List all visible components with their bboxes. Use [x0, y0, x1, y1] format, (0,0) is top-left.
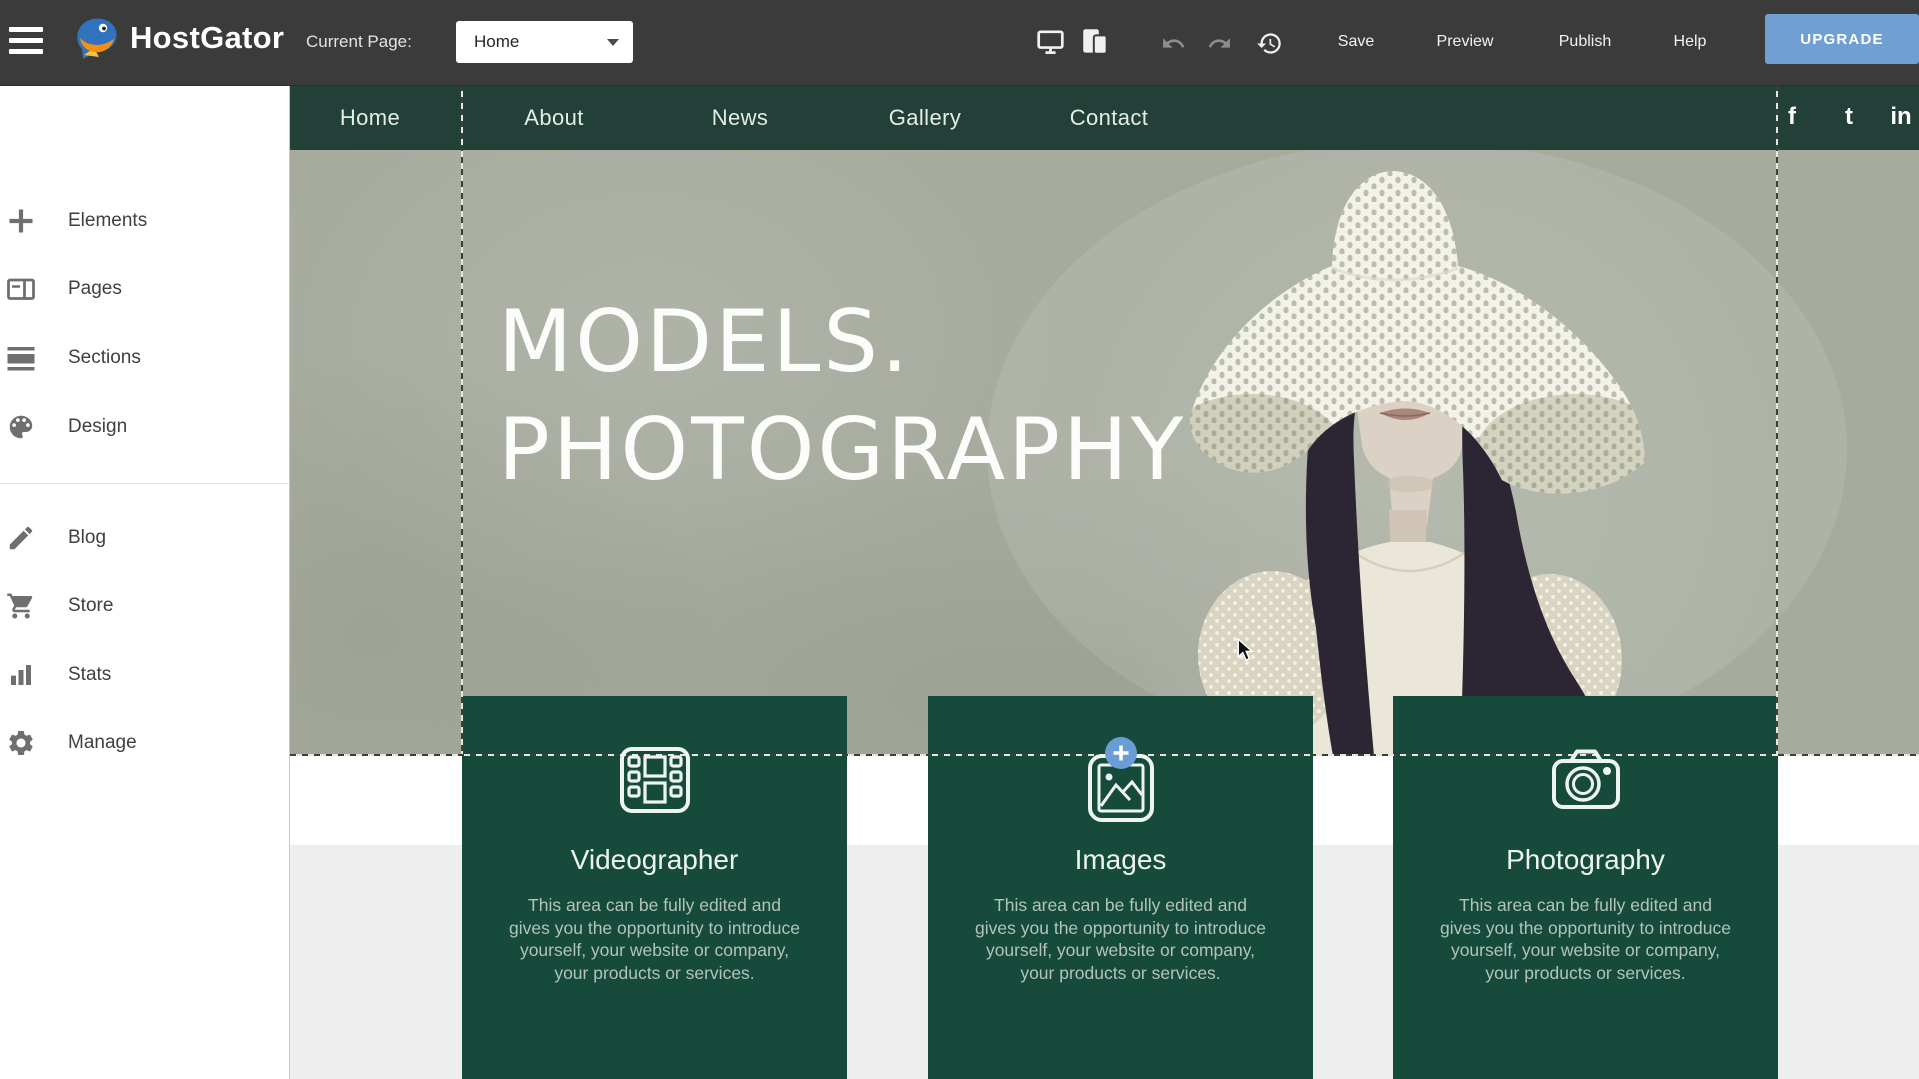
hero-title[interactable]: MODELS. PHOTOGRAPHY: [498, 288, 1186, 504]
section-selection-border-left: [461, 85, 463, 756]
linkedin-icon[interactable]: in: [1890, 85, 1911, 148]
card-icon-wrap: [928, 740, 1313, 836]
redo-icon[interactable]: [1207, 31, 1232, 56]
sidebar-item-label: Blog: [68, 518, 106, 558]
upgrade-button[interactable]: UPGRADE: [1765, 14, 1919, 64]
hero-section[interactable]: MODELS. PHOTOGRAPHY: [290, 150, 1919, 756]
sidebar-divider: [0, 483, 289, 484]
camera-icon: [1551, 748, 1621, 812]
save-button[interactable]: Save: [1338, 33, 1374, 51]
mobile-preview-icon[interactable]: [1081, 28, 1110, 55]
bar-chart-icon: [6, 660, 36, 690]
section-selection-border-right: [1776, 85, 1778, 756]
card-title: Images: [928, 844, 1313, 876]
site-canvas: Home About News Gallery Contact f t in: [289, 85, 1919, 1079]
cart-icon: [6, 591, 36, 621]
hostgator-mascot-icon: [72, 15, 122, 61]
site-nav-news[interactable]: News: [712, 85, 769, 150]
sidebar-item-store[interactable]: Store: [0, 586, 289, 626]
page-select-dropdown[interactable]: Home: [456, 21, 633, 63]
card-body: This area can be fully edited and gives …: [1438, 894, 1733, 984]
dropdown-caret-icon: [607, 39, 619, 46]
sidebar-item-label: Elements: [68, 201, 147, 241]
site-nav-home[interactable]: Home: [340, 85, 400, 150]
page-select-value: Home: [474, 32, 519, 52]
hamburger-menu-icon[interactable]: [9, 27, 45, 56]
desktop-preview-icon[interactable]: [1037, 30, 1064, 55]
help-button[interactable]: Help: [1674, 33, 1707, 51]
card-title: Photography: [1393, 844, 1778, 876]
facebook-icon[interactable]: f: [1788, 85, 1796, 148]
sidebar-item-label: Sections: [68, 338, 141, 378]
undo-icon[interactable]: [1161, 31, 1186, 56]
card-body: This area can be fully edited and gives …: [507, 894, 802, 984]
site-navbar: Home About News Gallery Contact f t in: [290, 85, 1919, 150]
sections-icon: [6, 343, 36, 373]
publish-button[interactable]: Publish: [1559, 33, 1611, 51]
gear-icon: [6, 728, 36, 758]
card-photography[interactable]: Photography This area can be fully edite…: [1393, 696, 1778, 1079]
hero-title-line2: PHOTOGRAPHY: [498, 396, 1186, 504]
sidebar-item-label: Stats: [68, 655, 111, 695]
add-image-badge: [1105, 737, 1137, 769]
sidebar-item-elements[interactable]: Elements: [0, 201, 289, 241]
hostgator-logo[interactable]: HostGator: [72, 15, 284, 61]
image-icon: [1085, 736, 1157, 828]
card-icon-wrap: [462, 740, 847, 836]
brand-name: HostGator: [130, 20, 284, 56]
sidebar-item-label: Pages: [68, 269, 122, 309]
editor-toolbar: HostGator Current Page: Home Save Previe…: [0, 0, 1919, 86]
hero-title-line1: MODELS.: [498, 288, 1186, 396]
sidebar-item-label: Manage: [68, 723, 137, 763]
twitter-icon[interactable]: t: [1845, 85, 1853, 148]
sidebar-item-label: Design: [68, 407, 127, 447]
sidebar-item-sections[interactable]: Sections: [0, 338, 289, 378]
site-nav-gallery[interactable]: Gallery: [889, 85, 962, 150]
history-icon[interactable]: [1256, 30, 1283, 57]
current-page-label: Current Page:: [306, 32, 412, 52]
card-body: This area can be fully edited and gives …: [973, 894, 1268, 984]
sidebar-item-design[interactable]: Design: [0, 407, 289, 447]
sidebar-item-pages[interactable]: Pages: [0, 269, 289, 309]
pages-icon: [6, 274, 36, 304]
sidebar-item-stats[interactable]: Stats: [0, 655, 289, 695]
plus-icon: [6, 206, 36, 236]
card-videographer[interactable]: Videographer This area can be fully edit…: [462, 696, 847, 1079]
pencil-icon: [6, 523, 36, 553]
palette-icon: [6, 412, 36, 442]
site-nav-contact[interactable]: Contact: [1070, 85, 1149, 150]
film-icon: [619, 746, 691, 816]
site-nav-about[interactable]: About: [524, 85, 584, 150]
editor-sidebar: Elements Pages Sections Design Blog Stor…: [0, 85, 289, 1079]
sidebar-item-label: Store: [68, 586, 113, 626]
card-images[interactable]: Images This area can be fully edited and…: [928, 696, 1313, 1079]
card-icon-wrap: [1393, 740, 1778, 836]
card-title: Videographer: [462, 844, 847, 876]
sidebar-item-manage[interactable]: Manage: [0, 723, 289, 763]
sidebar-item-blog[interactable]: Blog: [0, 518, 289, 558]
preview-button[interactable]: Preview: [1437, 33, 1494, 51]
